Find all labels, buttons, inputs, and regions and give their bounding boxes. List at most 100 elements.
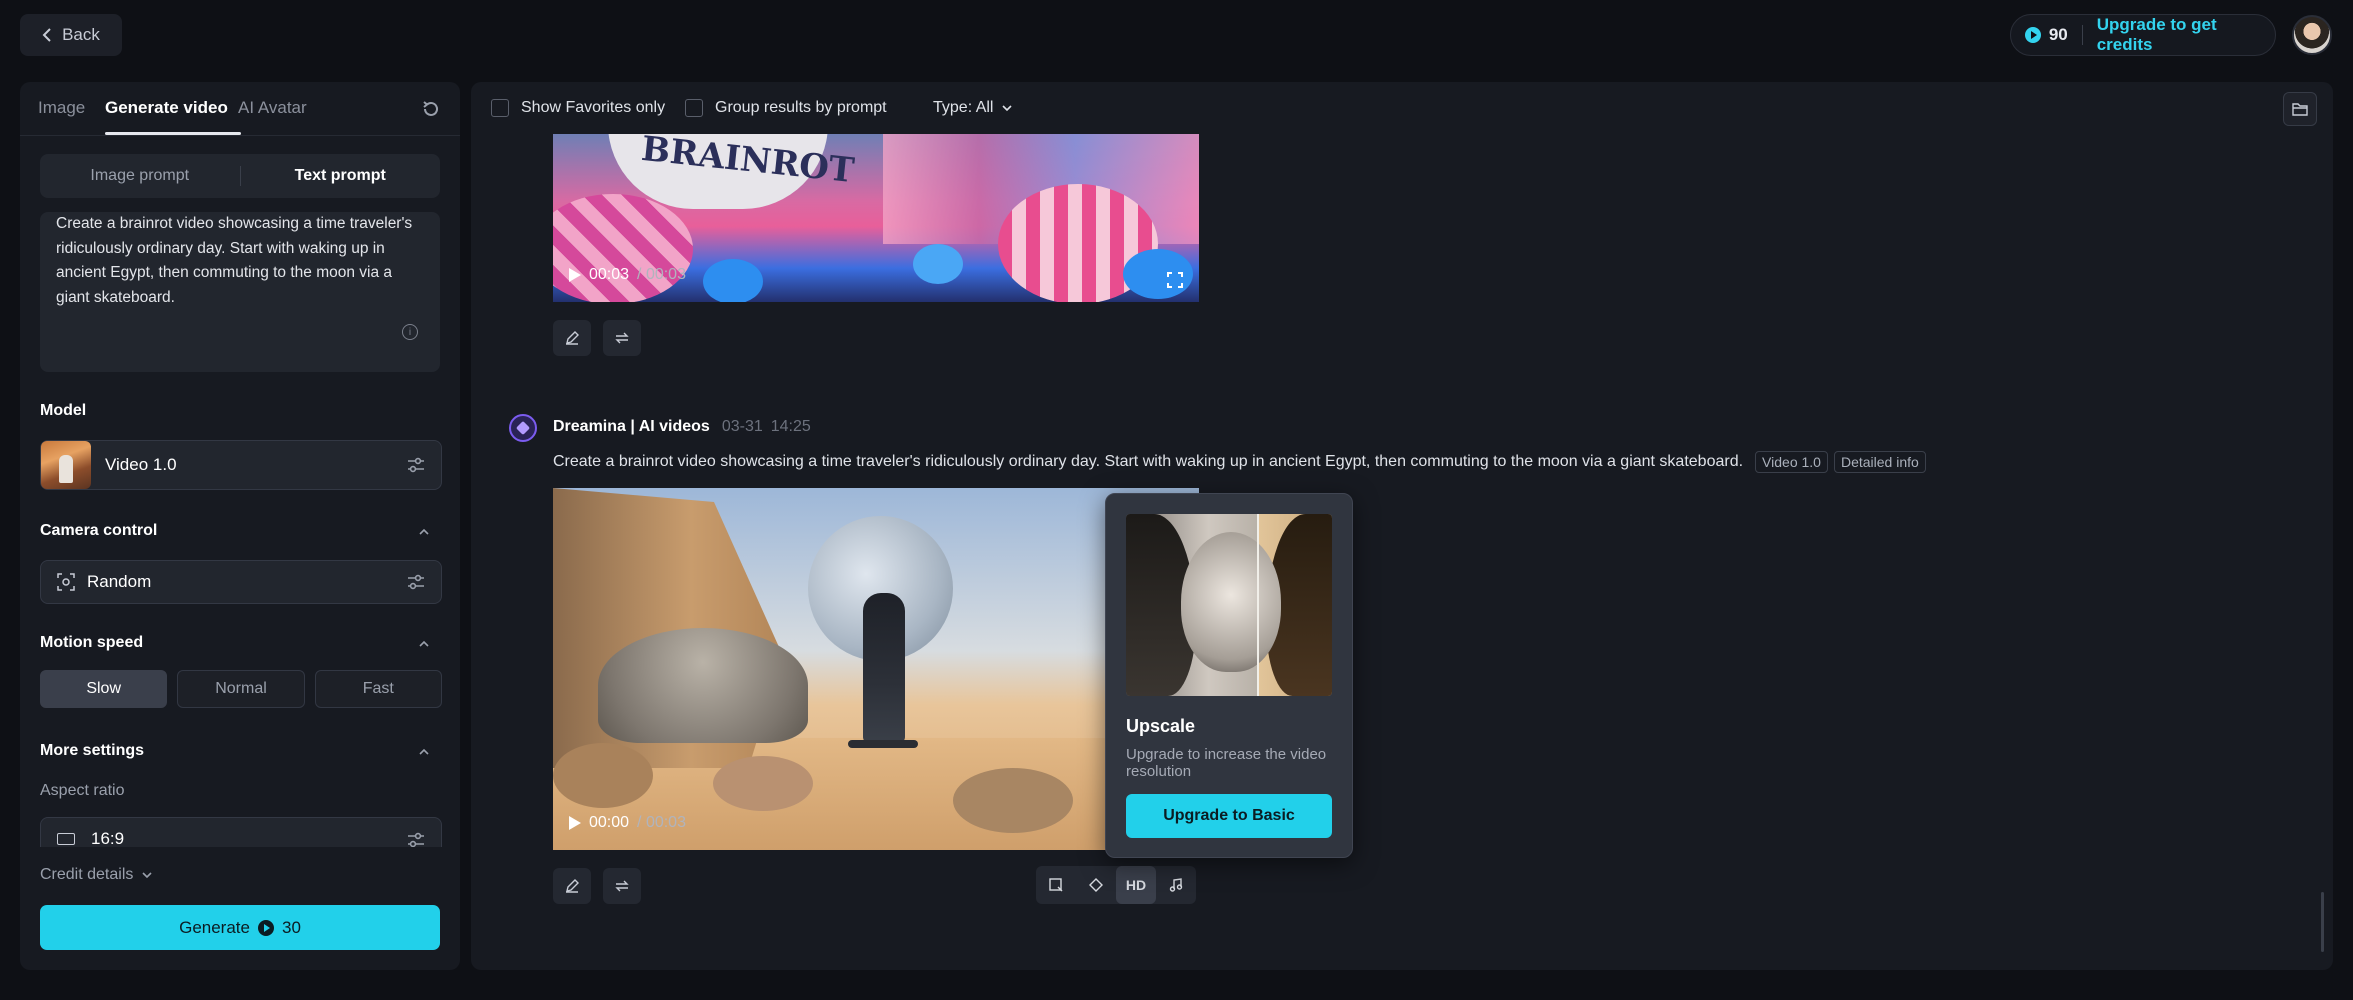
video-current-time: 00:00: [589, 814, 630, 831]
tab-ai-avatar[interactable]: AI Avatar: [238, 98, 307, 118]
add-sound-button[interactable]: [1156, 866, 1196, 904]
repeat-icon: [615, 880, 629, 892]
credit-icon: [2025, 27, 2041, 43]
detailed-info-link[interactable]: Detailed info: [1833, 451, 1926, 473]
upgrade-credits-link[interactable]: Upgrade to get credits: [2097, 15, 2275, 55]
camera-focus-icon: [57, 573, 75, 591]
prompt-input[interactable]: Create a brainrot video showcasing a tim…: [40, 212, 440, 372]
speed-fast-button[interactable]: Fast: [314, 670, 442, 708]
generation-panel: Image Generate video AI Avatar Image pro…: [20, 82, 460, 970]
message-author: Dreamina | AI videos: [553, 418, 710, 435]
video-result-1[interactable]: BRAINROT 00:03 / 00:03: [553, 134, 1199, 302]
generate-button[interactable]: Generate 30: [40, 905, 440, 950]
settings-sliders-icon[interactable]: [407, 457, 425, 473]
video-scene: [848, 740, 918, 748]
diamond-icon: [1089, 878, 1103, 892]
tab-generate-video[interactable]: Generate video: [105, 98, 228, 118]
prompt-text: Create a brainrot video showcasing a tim…: [56, 215, 413, 306]
video-result-2[interactable]: 00:00 / 00:03: [553, 488, 1199, 850]
camera-control-value: Random: [87, 572, 152, 591]
model-label: Model: [40, 402, 87, 419]
group-filter[interactable]: Group results by prompt: [685, 99, 887, 117]
upscale-preview-image: [1126, 514, 1332, 696]
favorites-filter[interactable]: Show Favorites only: [491, 99, 665, 117]
interpolate-button[interactable]: [1076, 866, 1116, 904]
credit-details-label: Credit details: [40, 866, 134, 883]
folder-button[interactable]: [2283, 92, 2317, 126]
aspect-ratio-icon: [57, 833, 75, 845]
settings-sliders-icon[interactable]: [407, 574, 425, 590]
generate-label: Generate: [179, 917, 250, 937]
type-filter-dropdown[interactable]: Type: All: [933, 99, 1013, 117]
chevron-up-icon[interactable]: [418, 746, 430, 758]
video-current-time: 00:03: [589, 266, 630, 283]
pencil-icon: [566, 879, 579, 893]
mode-tabs: Image Generate video AI Avatar: [20, 82, 460, 136]
image-prompt-toggle[interactable]: Image prompt: [40, 154, 240, 198]
upscale-popover: Upscale Upgrade to increase the video re…: [1105, 493, 1353, 858]
group-checkbox[interactable]: [685, 99, 703, 117]
group-label: Group results by prompt: [715, 99, 887, 116]
tab-image[interactable]: Image: [38, 98, 85, 118]
chevron-up-icon[interactable]: [418, 526, 430, 538]
comparison-divider: [1257, 514, 1259, 696]
type-filter-label: Type: All: [933, 99, 994, 116]
aspect-ratio-select[interactable]: 16:9: [40, 817, 442, 847]
credit-details-toggle[interactable]: Credit details: [40, 866, 153, 884]
back-label: Back: [62, 25, 100, 44]
video-duration: / 00:03: [637, 814, 686, 831]
speed-normal-button[interactable]: Normal: [177, 670, 305, 708]
regenerate-button[interactable]: [603, 320, 641, 356]
motion-speed-label: Motion speed: [40, 634, 144, 651]
pencil-icon: [566, 331, 579, 345]
speed-slow-button[interactable]: Slow: [40, 670, 168, 708]
video-scene: [953, 768, 1073, 833]
info-icon[interactable]: i: [402, 324, 418, 340]
camera-control-select[interactable]: Random: [40, 560, 442, 604]
settings-sliders-icon[interactable]: [407, 832, 425, 847]
popover-title: Upscale: [1126, 716, 1196, 736]
video-scene: [553, 743, 653, 808]
message-text: Create a brainrot video showcasing a tim…: [553, 453, 1744, 470]
chevron-down-icon: [1002, 105, 1013, 112]
bot-avatar: [509, 414, 537, 442]
play-icon[interactable]: [569, 268, 581, 282]
message-date: 03-31: [721, 418, 763, 435]
aspect-ratio-label: Aspect ratio: [40, 782, 125, 799]
video-controls: 00:03 / 00:03: [569, 266, 686, 284]
text-prompt-toggle[interactable]: Text prompt: [241, 154, 441, 198]
reset-icon[interactable]: [420, 98, 442, 120]
model-value: Video 1.0: [105, 455, 177, 474]
video-action-group: HD: [1036, 866, 1196, 904]
prompt-mode-switch: Image prompt Text prompt: [40, 154, 440, 198]
chevron-up-icon[interactable]: [418, 638, 430, 650]
play-icon[interactable]: [569, 816, 581, 830]
video-scene: [598, 628, 808, 743]
model-tag: Video 1.0: [1755, 451, 1828, 473]
hd-upscale-button[interactable]: HD: [1116, 866, 1156, 904]
user-avatar[interactable]: [2292, 15, 2332, 55]
message-time: 14:25: [770, 418, 811, 435]
preview-scene: [1181, 532, 1281, 672]
frame-edit-button[interactable]: [1036, 866, 1076, 904]
upgrade-to-basic-button[interactable]: Upgrade to Basic: [1126, 794, 1332, 838]
video-scene: [553, 194, 693, 302]
credit-count: 90: [2048, 25, 2068, 44]
back-button[interactable]: Back: [20, 14, 122, 56]
video-controls: 00:00 / 00:03: [569, 814, 686, 832]
model-select[interactable]: Video 1.0: [40, 440, 442, 490]
chevron-down-icon: [142, 872, 152, 879]
folder-icon: [2292, 103, 2308, 116]
credits-pill[interactable]: 90 Upgrade to get credits: [2010, 14, 2276, 56]
music-note-icon: [1169, 878, 1183, 892]
edit-button[interactable]: [553, 320, 591, 356]
video-scene: [703, 259, 763, 302]
edit-button[interactable]: [553, 868, 591, 904]
regenerate-button[interactable]: [603, 868, 641, 904]
generate-cost: 30: [281, 917, 301, 937]
scrollbar[interactable]: [2321, 892, 2324, 952]
fullscreen-icon[interactable]: [1167, 272, 1183, 288]
favorites-checkbox[interactable]: [491, 99, 509, 117]
credit-icon: [257, 919, 274, 936]
motion-speed-options: Slow Normal Fast: [40, 670, 442, 708]
